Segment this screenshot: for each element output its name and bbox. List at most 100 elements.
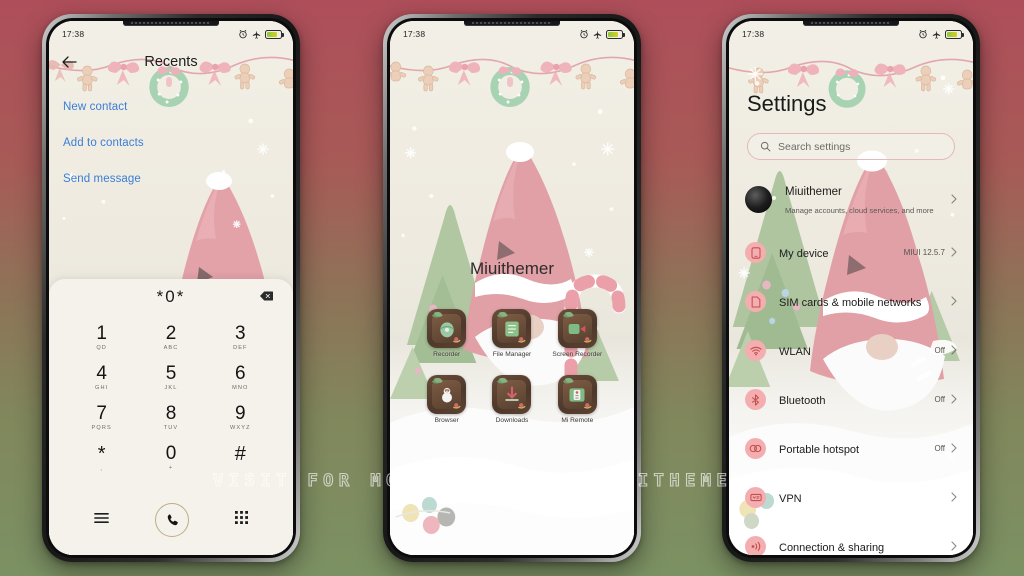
app-downloads[interactable]: Downloads — [479, 375, 544, 425]
add-to-contacts-link[interactable]: Add to contacts — [63, 137, 144, 149]
battery-icon — [945, 29, 964, 39]
key-digit: 2 — [165, 323, 177, 344]
app-grid: Recorder File Manager Screen Recorder Br… — [414, 309, 610, 425]
key-digit: 8 — [165, 402, 177, 424]
vpn-icon — [745, 487, 766, 508]
phone-bezel: 17:38 Recents New contact Add to contact… — [46, 18, 296, 558]
dialed-number: *0* — [156, 287, 186, 306]
settings-list: Miuithemer Manage accounts, cloud servic… — [729, 171, 973, 555]
chevron-right-icon — [951, 538, 957, 556]
backspace-icon[interactable] — [260, 288, 273, 306]
settings-row-my-device[interactable]: My device MIUI 12.5.7 — [745, 228, 957, 277]
call-button[interactable] — [155, 503, 189, 537]
key-6[interactable]: 6 MNO — [206, 359, 275, 395]
settings-label: Portable hotspot — [779, 443, 860, 456]
menu-icon[interactable] — [94, 511, 109, 529]
phone-frame: 17:38 Recents New contact Add to contact… — [42, 14, 300, 562]
dialer-bottom-bar — [49, 499, 293, 541]
settings-row-hotspot[interactable]: Portable hotspot Off — [745, 424, 957, 473]
page-title: Recents — [144, 54, 198, 70]
app-label: File Manager — [492, 351, 532, 358]
account-name: Miuithemer — [785, 185, 842, 198]
key-digit: 4 — [96, 362, 107, 384]
status-time: 17:38 — [742, 29, 765, 39]
settings-row-sim-cards[interactable]: SIM cards & mobile networks — [745, 277, 957, 326]
key-8[interactable]: 8 TUV — [136, 399, 205, 435]
key-3[interactable]: 3 DEF — [206, 319, 275, 355]
phone-bezel: 17:38 Miuithemer Recorder File Manager S… — [387, 18, 637, 558]
settings-label: Connection & sharing — [779, 541, 885, 554]
app-label: Screen Recorder — [552, 351, 603, 358]
key-0[interactable]: 0 + — [136, 439, 205, 476]
chevron-right-icon — [951, 391, 957, 409]
wifi-icon — [745, 340, 766, 361]
search-input[interactable]: Search settings — [747, 133, 955, 160]
alarm-icon — [919, 29, 927, 39]
key-star[interactable]: *, — [67, 439, 136, 476]
chevron-right-icon — [951, 440, 957, 458]
sim-icon — [745, 291, 766, 312]
new-contact-link[interactable]: New contact — [63, 101, 144, 113]
key-9[interactable]: 9 WXYZ — [206, 399, 275, 435]
settings-label: My device — [779, 247, 829, 260]
settings-row-bluetooth[interactable]: Bluetooth Off — [745, 375, 957, 424]
earpiece-speaker — [123, 21, 219, 26]
number-display-row: *0* — [49, 279, 293, 315]
phone-frame: 17:38 Settings Search settings Miuitheme… — [722, 14, 980, 562]
settings-value: Off — [934, 444, 945, 453]
key-letters: , — [100, 465, 103, 472]
app-label: Browser — [434, 417, 459, 425]
app-recorder[interactable]: Recorder — [414, 309, 479, 359]
home-title: Miuithemer — [469, 259, 555, 278]
key-4[interactable]: 4 GHI — [67, 359, 136, 395]
phone-frame: 17:38 Miuithemer Recorder File Manager S… — [383, 14, 641, 562]
battery-icon — [606, 29, 625, 39]
settings-row-wlan[interactable]: WLAN Off — [745, 326, 957, 375]
key-digit: 3 — [235, 323, 246, 344]
dialer-header: Recents — [49, 45, 293, 79]
key-5[interactable]: 5 JKL — [136, 359, 205, 395]
app-browser[interactable]: Browser — [414, 375, 479, 425]
app-screen-recorder[interactable]: Screen Recorder — [545, 309, 610, 359]
key-hash[interactable]: # — [206, 439, 275, 476]
garland-decoration — [390, 47, 634, 109]
chevron-right-icon — [951, 293, 957, 311]
app-label: Downloads — [495, 417, 529, 425]
battery-icon — [265, 29, 284, 39]
key-1[interactable]: 1 QD — [67, 319, 136, 355]
phone-screen: 17:38 Miuithemer Recorder File Manager S… — [390, 21, 634, 555]
app-file-manager[interactable]: File Manager — [479, 309, 544, 359]
key-digit: 5 — [165, 362, 177, 384]
key-digit: * — [97, 442, 106, 465]
key-2[interactable]: 2 ABC — [136, 319, 205, 355]
earpiece-speaker — [464, 21, 560, 26]
settings-label: WLAN — [779, 345, 811, 358]
chevron-right-icon — [951, 244, 957, 262]
key-letters: DEF — [233, 344, 248, 351]
settings-row-vpn[interactable]: VPN — [745, 473, 957, 522]
send-message-link[interactable]: Send message — [63, 173, 144, 185]
chevron-right-icon — [951, 489, 957, 507]
back-arrow-icon[interactable] — [61, 55, 77, 69]
device-icon — [745, 242, 766, 263]
connection-sharing-icon — [745, 536, 766, 555]
key-letters: GHI — [95, 384, 109, 391]
dialpad-panel: *0* 1 QD 2 ABC 3 DEF 4 GHI 5 JKL 6 MNO 7 PQRS 8… — [49, 279, 293, 555]
phone-dialer: 17:38 Recents New contact Add to contact… — [42, 14, 300, 562]
key-digit: # — [234, 442, 246, 465]
app-mi-remote[interactable]: Mi Remote — [545, 375, 610, 425]
account-subtitle: Manage accounts, cloud services, and mor… — [785, 205, 934, 215]
keypad-icon[interactable] — [235, 511, 248, 529]
key-digit: 7 — [96, 402, 107, 424]
phone-settings: 17:38 Settings Search settings Miuitheme… — [722, 14, 980, 562]
search-icon — [760, 141, 771, 152]
key-7[interactable]: 7 PQRS — [67, 399, 136, 435]
bluetooth-icon — [745, 389, 766, 410]
status-time: 17:38 — [403, 29, 426, 39]
settings-row-connection-sharing[interactable]: Connection & sharing — [745, 522, 957, 555]
search-placeholder: Search settings — [778, 140, 851, 153]
settings-row-account[interactable]: Miuithemer Manage accounts, cloud servic… — [745, 171, 957, 228]
key-digit: 6 — [235, 362, 246, 384]
airplane-mode-icon — [252, 30, 261, 39]
settings-value: Off — [934, 346, 945, 355]
